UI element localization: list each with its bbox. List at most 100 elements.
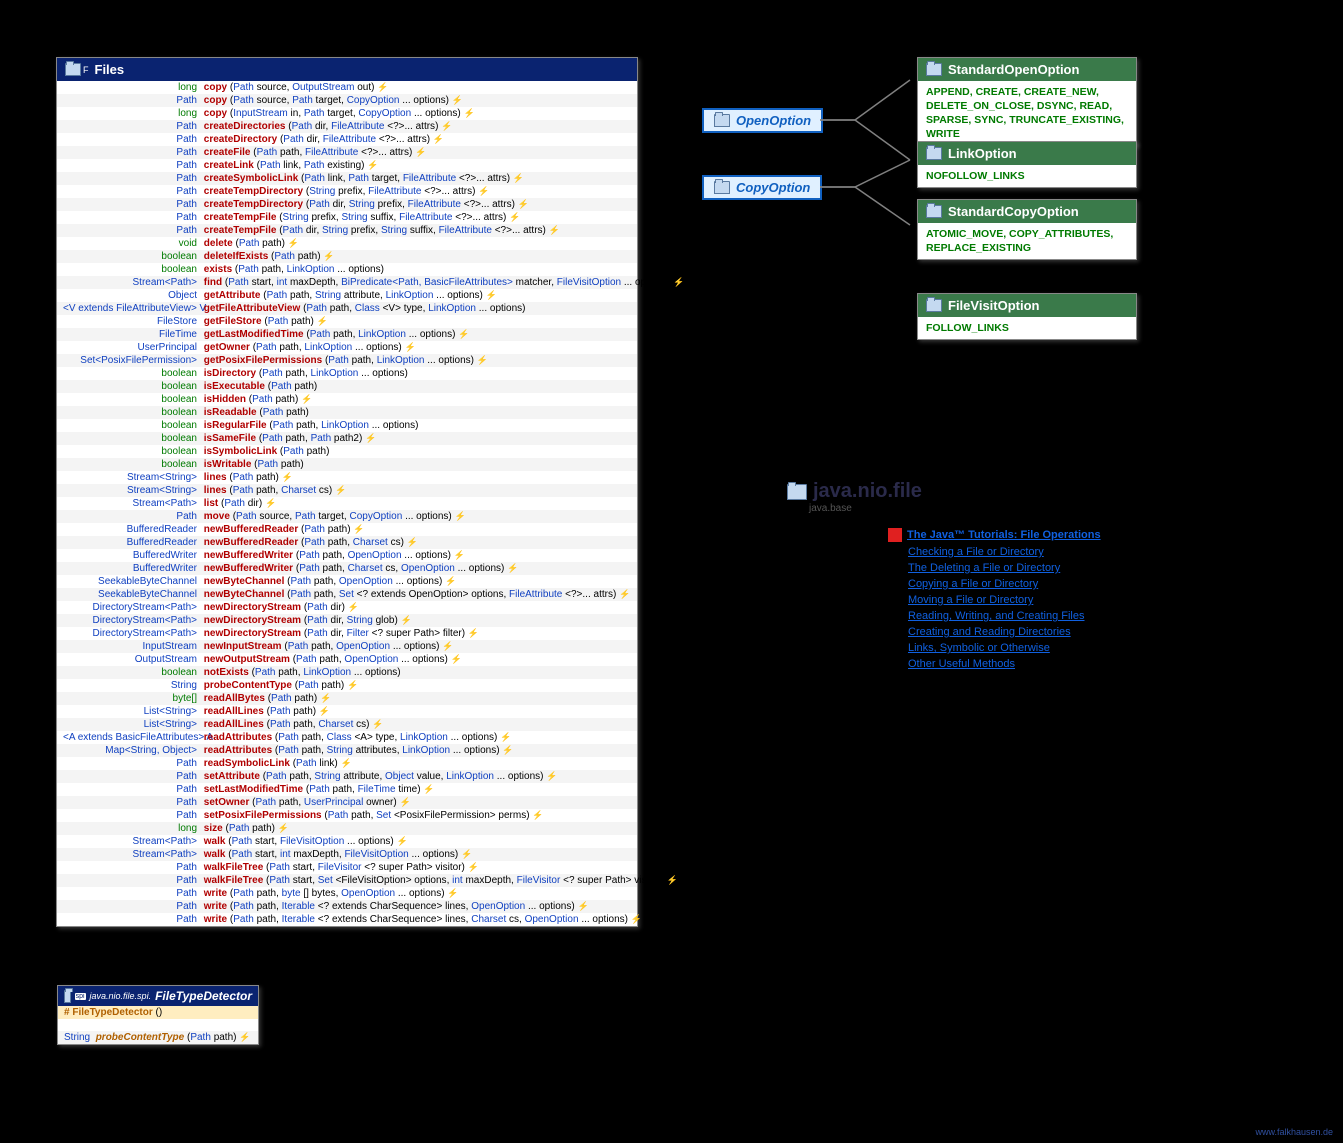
folder-icon	[926, 63, 942, 76]
method-row: List<String> readAllLines (Path path) ⚡	[57, 705, 637, 718]
enum-header: StandardOpenOption	[918, 58, 1136, 81]
enum-values: NOFOLLOW_LINKS	[918, 165, 1136, 187]
method-row: DirectoryStream<Path> newDirectoryStream…	[57, 627, 637, 640]
method-row: boolean deleteIfExists (Path path) ⚡	[57, 250, 637, 263]
filetypedetector-box: spi java.nio.file.spi.FileTypeDetector #…	[57, 985, 259, 1045]
enum-values: APPEND, CREATE, CREATE_NEW, DELETE_ON_CL…	[918, 81, 1136, 145]
method-row: boolean exists (Path path, LinkOption ..…	[57, 263, 637, 276]
method-row: Path createTempDirectory (String prefix,…	[57, 185, 637, 198]
tutorial-link[interactable]: Copying a File or Directory	[908, 578, 1038, 590]
method-row: Set<PosixFilePermission> getPosixFilePer…	[57, 354, 637, 367]
method-row: Stream<Path> walk (Path start, FileVisit…	[57, 835, 637, 848]
method-row: void delete (Path path) ⚡	[57, 237, 637, 250]
folder-icon	[714, 181, 730, 194]
ftd-constructor: # FileTypeDetector ()	[58, 1006, 258, 1019]
method-row: Path createLink (Path link, Path existin…	[57, 159, 637, 172]
method-row: boolean isDirectory (Path path, LinkOpti…	[57, 367, 637, 380]
tutorial-link-item: Links, Symbolic or Otherwise	[908, 642, 1148, 654]
method-row: Path createTempFile (String prefix, Stri…	[57, 211, 637, 224]
enum-values: FOLLOW_LINKS	[918, 317, 1136, 339]
method-row: BufferedReader newBufferedReader (Path p…	[57, 536, 637, 549]
tutorial-link-item: Other Useful Methods	[908, 658, 1148, 670]
method-row: Path write (Path path, Iterable <? exten…	[57, 900, 637, 913]
oracle-icon	[888, 528, 902, 542]
method-row: boolean notExists (Path path, LinkOption…	[57, 666, 637, 679]
folder-icon	[65, 63, 81, 76]
method-row: List<String> readAllLines (Path path, Ch…	[57, 718, 637, 731]
method-row: String probeContentType (Path path) ⚡	[57, 679, 637, 692]
method-row: DirectoryStream<Path> newDirectoryStream…	[57, 601, 637, 614]
method-row: long copy (Path source, OutputStream out…	[57, 81, 637, 94]
method-row: Path walkFileTree (Path start, FileVisit…	[57, 861, 637, 874]
tutorial-header-link[interactable]: The Java™ Tutorials: File Operations	[907, 529, 1101, 541]
files-class-box: F Files long copy (Path source, OutputSt…	[56, 57, 638, 927]
tutorial-link-item: Checking a File or Directory	[908, 546, 1148, 558]
method-row: boolean isRegularFile (Path path, LinkOp…	[57, 419, 637, 432]
method-row: Path createFile (Path path, FileAttribut…	[57, 146, 637, 159]
tutorials-section: The Java™ Tutorials: File Operations Che…	[888, 528, 1148, 674]
enum-filevisitoption: FileVisitOption FOLLOW_LINKS	[917, 293, 1137, 340]
tutorial-link[interactable]: Creating and Reading Directories	[908, 626, 1071, 638]
method-row: Path write (Path path, Iterable <? exten…	[57, 913, 637, 926]
method-row: Map<String, Object> readAttributes (Path…	[57, 744, 637, 757]
method-row: Stream<Path> find (Path start, int maxDe…	[57, 276, 637, 289]
tutorial-link[interactable]: The Deleting a File or Directory	[908, 562, 1060, 574]
method-row: Path createDirectory (Path dir, FileAttr…	[57, 133, 637, 146]
package-label: java.nio.file java.base	[787, 480, 922, 514]
method-row: FileTime getLastModifiedTime (Path path,…	[57, 328, 637, 341]
interface-copyoption: CopyOption	[702, 175, 822, 200]
tutorial-link-item: Reading, Writing, and Creating Files	[908, 610, 1148, 622]
method-row: Stream<Path> list (Path dir) ⚡	[57, 497, 637, 510]
tutorial-link[interactable]: Links, Symbolic or Otherwise	[908, 642, 1050, 654]
interface-openoption: OpenOption	[702, 108, 823, 133]
method-row: Path copy (Path source, Path target, Cop…	[57, 94, 637, 107]
enum-header: StandardCopyOption	[918, 200, 1136, 223]
method-row: BufferedReader newBufferedReader (Path p…	[57, 523, 637, 536]
method-row: OutputStream newOutputStream (Path path,…	[57, 653, 637, 666]
method-row: Path setOwner (Path path, UserPrincipal …	[57, 796, 637, 809]
method-row: <V extends FileAttributeView> V getFileA…	[57, 302, 637, 315]
method-row: Path setLastModifiedTime (Path path, Fil…	[57, 783, 637, 796]
ftd-header: spi java.nio.file.spi.FileTypeDetector	[58, 986, 258, 1006]
enum-header: FileVisitOption	[918, 294, 1136, 317]
method-row: long size (Path path) ⚡	[57, 822, 637, 835]
method-row: BufferedWriter newBufferedWriter (Path p…	[57, 562, 637, 575]
folder-icon	[714, 114, 730, 127]
enum-values: ATOMIC_MOVE, COPY_ATTRIBUTES, REPLACE_EX…	[918, 223, 1136, 259]
method-row: Path createSymbolicLink (Path link, Path…	[57, 172, 637, 185]
tutorial-link[interactable]: Checking a File or Directory	[908, 546, 1044, 558]
folder-icon	[926, 205, 942, 218]
folder-icon	[64, 990, 71, 1003]
tutorial-link[interactable]: Other Useful Methods	[908, 658, 1015, 670]
method-row: Stream<String> lines (Path path) ⚡	[57, 471, 637, 484]
tutorial-link[interactable]: Moving a File or Directory	[908, 594, 1033, 606]
final-marker: F	[83, 65, 89, 75]
method-row: boolean isHidden (Path path) ⚡	[57, 393, 637, 406]
method-row: boolean isWritable (Path path)	[57, 458, 637, 471]
enum-standardopenoption: StandardOpenOption APPEND, CREATE, CREAT…	[917, 57, 1137, 146]
folder-icon	[926, 299, 942, 312]
connector-lines	[815, 60, 925, 260]
enum-header: LinkOption	[918, 142, 1136, 165]
files-header: F Files	[57, 58, 637, 81]
tutorial-link[interactable]: Reading, Writing, and Creating Files	[908, 610, 1085, 622]
tutorial-link-item: Copying a File or Directory	[908, 578, 1148, 590]
folder-icon	[926, 147, 942, 160]
method-row: Path setPosixFilePermissions (Path path,…	[57, 809, 637, 822]
method-row: Path createTempFile (Path dir, String pr…	[57, 224, 637, 237]
method-row: SeekableByteChannel newByteChannel (Path…	[57, 588, 637, 601]
ftd-method: String probeContentType (Path path) ⚡	[58, 1031, 258, 1044]
method-list: long copy (Path source, OutputStream out…	[57, 81, 637, 926]
method-row: Stream<Path> walk (Path start, int maxDe…	[57, 848, 637, 861]
method-row: Path createDirectories (Path dir, FileAt…	[57, 120, 637, 133]
method-row: Path setAttribute (Path path, String att…	[57, 770, 637, 783]
method-row: InputStream newInputStream (Path path, O…	[57, 640, 637, 653]
method-row: FileStore getFileStore (Path path) ⚡	[57, 315, 637, 328]
folder-icon	[787, 484, 807, 500]
tutorial-link-item: Creating and Reading Directories	[908, 626, 1148, 638]
method-row: <A extends BasicFileAttributes> A readAt…	[57, 731, 637, 744]
method-row: Object getAttribute (Path path, String a…	[57, 289, 637, 302]
method-row: Path write (Path path, byte [] bytes, Op…	[57, 887, 637, 900]
method-row: byte[] readAllBytes (Path path) ⚡	[57, 692, 637, 705]
footer-link[interactable]: www.falkhausen.de	[1255, 1127, 1333, 1137]
